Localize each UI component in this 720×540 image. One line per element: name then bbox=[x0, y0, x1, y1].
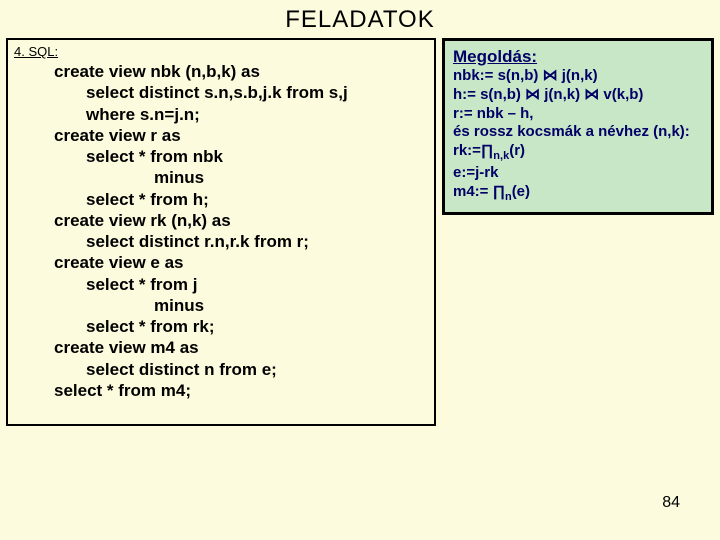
solution-line-nbk: nbk:= s(n,b) ⋈ j(n,k) bbox=[453, 67, 703, 86]
sql-line: select * from j bbox=[14, 274, 428, 295]
text: (e) bbox=[512, 183, 530, 200]
content-columns: 4. SQL: create view nbk (n,b,k) as selec… bbox=[0, 38, 720, 426]
sql-line: select * from nbk bbox=[14, 146, 428, 167]
sql-line: create view e as bbox=[14, 252, 428, 273]
solution-line-h: h:= s(n,b) ⋈ j(n,k) ⋈ v(k,b) bbox=[453, 86, 703, 105]
join-symbol: ⋈ bbox=[525, 86, 540, 103]
text: h:= s(n,b) bbox=[453, 86, 525, 103]
sql-line: select distinct s.n,s.b,j.k from s,j bbox=[14, 82, 428, 103]
solution-line-rossz: és rossz kocsmák a névhez (n,k): bbox=[453, 123, 703, 142]
sql-line: create view rk (n,k) as bbox=[14, 210, 428, 231]
sql-line: select distinct r.n,r.k from r; bbox=[14, 231, 428, 252]
sql-line: minus bbox=[14, 295, 428, 316]
text: nbk:= s(n,b) bbox=[453, 67, 543, 84]
text: (r) bbox=[509, 142, 525, 159]
sql-line: where s.n=j.n; bbox=[14, 104, 428, 125]
sql-line: select * from m4; bbox=[14, 380, 428, 401]
sql-line: select * from h; bbox=[14, 189, 428, 210]
sql-panel: 4. SQL: create view nbk (n,b,k) as selec… bbox=[6, 38, 436, 426]
text: j(n,k) bbox=[540, 86, 584, 103]
sql-line: create view m4 as bbox=[14, 337, 428, 358]
solution-title: Megoldás: bbox=[453, 47, 703, 67]
solution-panel: Megoldás: nbk:= s(n,b) ⋈ j(n,k) h:= s(n,… bbox=[442, 38, 714, 215]
page-number: 84 bbox=[662, 494, 680, 512]
slide-title: FELADATOK bbox=[0, 0, 720, 38]
solution-line-r: r:= nbk – h, bbox=[453, 105, 703, 124]
solution-line-e: e:=j-rk bbox=[453, 164, 703, 183]
sql-line: create view r as bbox=[14, 125, 428, 146]
text: rk:=∏ bbox=[453, 142, 493, 159]
join-symbol: ⋈ bbox=[543, 67, 558, 84]
text: m4:= ∏ bbox=[453, 183, 505, 200]
sql-line: create view nbk (n,b,k) as bbox=[14, 61, 428, 82]
sql-label: 4. SQL: bbox=[14, 44, 428, 59]
solution-line-rk: rk:=∏n,k(r) bbox=[453, 142, 703, 164]
solution-line-m4: m4:= ∏n(e) bbox=[453, 183, 703, 205]
sql-code: create view nbk (n,b,k) as select distin… bbox=[14, 61, 428, 401]
subscript: n,k bbox=[493, 150, 509, 162]
sql-line: select * from rk; bbox=[14, 316, 428, 337]
subscript: n bbox=[505, 191, 512, 203]
sql-line: minus bbox=[14, 167, 428, 188]
text: v(k,b) bbox=[599, 86, 643, 103]
text: j(n,k) bbox=[558, 67, 598, 84]
join-symbol: ⋈ bbox=[584, 86, 599, 103]
sql-line: select distinct n from e; bbox=[14, 359, 428, 380]
